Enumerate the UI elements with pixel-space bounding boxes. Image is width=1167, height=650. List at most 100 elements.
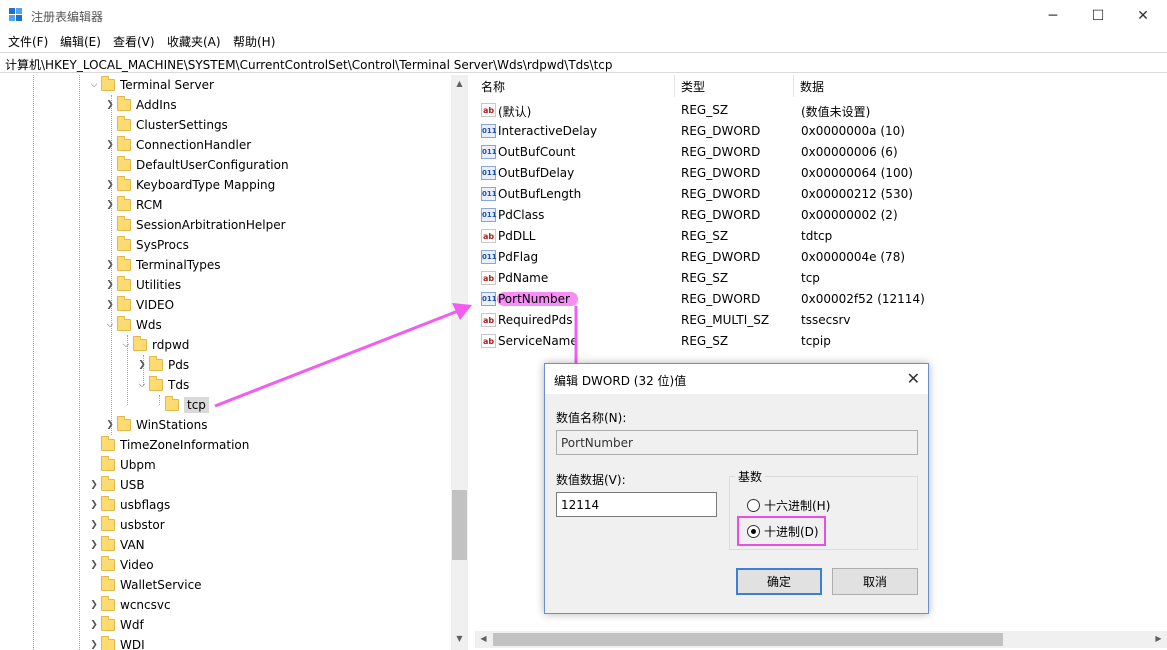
minimize-button[interactable]: ─ bbox=[1030, 0, 1076, 31]
list-item[interactable]: ab PdName REG_SZ tcp bbox=[475, 268, 1167, 289]
list-item[interactable]: 011 OutBufLength REG_DWORD 0x00000212 (530) bbox=[475, 184, 1167, 205]
ok-button[interactable]: 确定 bbox=[736, 568, 822, 595]
value-data: tdtcp bbox=[801, 229, 833, 243]
list-item[interactable]: 011 InteractiveDelay REG_DWORD 0x0000000a (… bbox=[475, 121, 1167, 142]
scroll-down-arrow-icon[interactable]: ▼ bbox=[451, 634, 468, 643]
maximize-button[interactable]: ☐ bbox=[1075, 0, 1121, 31]
list-item-portnumber[interactable]: 011 PortNumber REG_DWORD 0x00002f52 (12114) bbox=[475, 289, 1167, 310]
list-item[interactable]: 011 OutBufCount REG_DWORD 0x00000006 (6) bbox=[475, 142, 1167, 163]
tree-vertical-scrollbar[interactable]: ▲ ▼ bbox=[451, 75, 468, 650]
tree-item-video-upper[interactable]: ❯ VIDEO bbox=[103, 295, 174, 315]
menu-view[interactable]: 查看(V) bbox=[113, 33, 155, 50]
dialog-close-button[interactable]: ✕ bbox=[907, 369, 920, 388]
registry-tree[interactable]: ⌵ Terminal Server ❯ AddIns ClusterSettings… bbox=[0, 75, 468, 650]
scroll-right-arrow-icon[interactable]: ▶ bbox=[1150, 634, 1167, 643]
tree-item-pds[interactable]: ❯ Pds bbox=[135, 355, 189, 375]
value-data-field[interactable] bbox=[556, 492, 717, 517]
tree-item-rcm[interactable]: ❯ RCM bbox=[103, 195, 162, 215]
tree-item-van[interactable]: ❯ VAN bbox=[87, 535, 145, 555]
tree-item-timezoneinformation[interactable]: TimeZoneInformation bbox=[87, 435, 249, 455]
scrollbar-thumb[interactable] bbox=[493, 633, 1003, 646]
tree-item-sysprocs[interactable]: SysProcs bbox=[103, 235, 189, 255]
list-item[interactable]: ab PdDLL REG_SZ tdtcp bbox=[475, 226, 1167, 247]
tree-item-ubpm[interactable]: Ubpm bbox=[87, 455, 156, 475]
chevron-right-icon[interactable]: ❯ bbox=[87, 540, 101, 550]
chevron-right-icon[interactable]: ❯ bbox=[87, 560, 101, 570]
list-horizontal-scrollbar[interactable]: ◀ ▶ bbox=[475, 631, 1167, 648]
column-header-name[interactable]: 名称 bbox=[475, 75, 675, 97]
tree-item-connectionhandler[interactable]: ❯ ConnectionHandler bbox=[103, 135, 251, 155]
list-item[interactable]: 011 PdFlag REG_DWORD 0x0000004e (78) bbox=[475, 247, 1167, 268]
tree-item-video[interactable]: ❯ Video bbox=[87, 555, 154, 575]
column-header-type[interactable]: 类型 bbox=[675, 75, 794, 97]
address-path[interactable]: 计算机\HKEY_LOCAL_MACHINE\SYSTEM\CurrentCon… bbox=[5, 56, 613, 73]
address-bar[interactable]: 计算机\HKEY_LOCAL_MACHINE\SYSTEM\CurrentCon… bbox=[0, 52, 1167, 73]
chevron-right-icon[interactable]: ❯ bbox=[87, 480, 101, 490]
value-name-field[interactable] bbox=[556, 430, 918, 455]
chevron-right-icon[interactable]: ❯ bbox=[87, 620, 101, 630]
tree-item-rdpwd[interactable]: ⌵ rdpwd bbox=[119, 335, 189, 355]
tree-item-utilities[interactable]: ❯ Utilities bbox=[103, 275, 181, 295]
chevron-right-icon[interactable]: ❯ bbox=[87, 600, 101, 610]
tree-item-label: Video bbox=[120, 558, 154, 572]
chevron-right-icon[interactable]: ❯ bbox=[103, 200, 117, 210]
tree-item-addins[interactable]: ❯ AddIns bbox=[103, 95, 177, 115]
close-button[interactable]: ✕ bbox=[1120, 0, 1166, 31]
tree-item-label: usbstor bbox=[120, 518, 165, 532]
scroll-up-arrow-icon[interactable]: ▲ bbox=[451, 79, 468, 88]
scroll-left-arrow-icon[interactable]: ◀ bbox=[475, 634, 492, 643]
chevron-right-icon[interactable]: ❯ bbox=[103, 420, 117, 430]
tree-item-usb[interactable]: ❯ USB bbox=[87, 475, 145, 495]
tree-item-usbstor[interactable]: ❯ usbstor bbox=[87, 515, 165, 535]
tree-item-winstations[interactable]: ❯ WinStations bbox=[103, 415, 207, 435]
tree-item-defaultuserconfiguration[interactable]: DefaultUserConfiguration bbox=[103, 155, 289, 175]
cancel-button[interactable]: 取消 bbox=[832, 568, 918, 595]
tree-item-sessionarbitrationhelper[interactable]: SessionArbitrationHelper bbox=[103, 215, 286, 235]
chevron-right-icon[interactable]: ❯ bbox=[135, 360, 149, 370]
chevron-down-icon[interactable]: ⌵ bbox=[135, 380, 149, 390]
chevron-right-icon[interactable]: ❯ bbox=[87, 500, 101, 510]
edit-dword-dialog[interactable]: 编辑 DWORD (32 位)值 ✕ 数值名称(N): 数值数据(V): 基数 … bbox=[544, 363, 929, 614]
tree-item-keyboardtype-mapping[interactable]: ❯ KeyboardType Mapping bbox=[103, 175, 275, 195]
menu-favorites[interactable]: 收藏夹(A) bbox=[167, 33, 221, 50]
tree-item-terminal-server[interactable]: ⌵ Terminal Server bbox=[87, 75, 214, 95]
column-header-data[interactable]: 数据 bbox=[794, 75, 1167, 97]
annotation-highlight-box bbox=[737, 516, 826, 546]
tree-item-wdi[interactable]: ❯ WDI bbox=[87, 635, 145, 650]
radio-unchecked-icon[interactable] bbox=[747, 499, 760, 512]
folder-icon bbox=[117, 236, 131, 251]
chevron-right-icon[interactable]: ❯ bbox=[103, 280, 117, 290]
chevron-right-icon[interactable]: ❯ bbox=[103, 180, 117, 190]
folder-icon bbox=[165, 396, 179, 411]
menu-file[interactable]: 文件(F) bbox=[8, 33, 48, 50]
chevron-right-icon[interactable]: ❯ bbox=[103, 260, 117, 270]
list-item[interactable]: 011 OutBufDelay REG_DWORD 0x00000064 (100) bbox=[475, 163, 1167, 184]
tree-item-clustersettings[interactable]: ClusterSettings bbox=[103, 115, 228, 135]
list-item[interactable]: ab RequiredPds REG_MULTI_SZ tssecsrv bbox=[475, 310, 1167, 331]
value-name: OutBufLength bbox=[498, 187, 582, 201]
chevron-down-icon[interactable]: ⌵ bbox=[103, 320, 117, 330]
chevron-right-icon[interactable]: ❯ bbox=[87, 640, 101, 650]
menu-edit[interactable]: 编辑(E) bbox=[60, 33, 101, 50]
chevron-down-icon[interactable]: ⌵ bbox=[87, 80, 101, 90]
tree-item-walletservice[interactable]: WalletService bbox=[87, 575, 202, 595]
tree-item-wdf[interactable]: ❯ Wdf bbox=[87, 615, 144, 635]
list-item[interactable]: ab (默认) REG_SZ (数值未设置) bbox=[475, 100, 1167, 121]
tree-item-terminaltypes[interactable]: ❯ TerminalTypes bbox=[103, 255, 221, 275]
menu-help[interactable]: 帮助(H) bbox=[233, 33, 275, 50]
tree-item-usbflags[interactable]: ❯ usbflags bbox=[87, 495, 170, 515]
chevron-right-icon[interactable]: ❯ bbox=[103, 140, 117, 150]
tree-item-wds[interactable]: ⌵ Wds bbox=[103, 315, 162, 335]
chevron-right-icon[interactable]: ❯ bbox=[87, 520, 101, 530]
tree-item-tcp[interactable]: tcp bbox=[151, 395, 209, 415]
chevron-right-icon[interactable]: ❯ bbox=[103, 100, 117, 110]
list-item[interactable]: ab ServiceName REG_SZ tcpip bbox=[475, 331, 1167, 352]
radio-hexadecimal[interactable]: 十六进制(H) bbox=[747, 497, 830, 514]
value-data: 0x00000212 (530) bbox=[801, 187, 913, 201]
scrollbar-thumb[interactable] bbox=[452, 490, 467, 560]
list-item[interactable]: 011 PdClass REG_DWORD 0x00000002 (2) bbox=[475, 205, 1167, 226]
chevron-right-icon[interactable]: ❯ bbox=[103, 300, 117, 310]
chevron-down-icon[interactable]: ⌵ bbox=[119, 340, 133, 350]
tree-item-wcncsvc[interactable]: ❯ wcncsvc bbox=[87, 595, 171, 615]
tree-item-tds[interactable]: ⌵ Tds bbox=[135, 375, 189, 395]
